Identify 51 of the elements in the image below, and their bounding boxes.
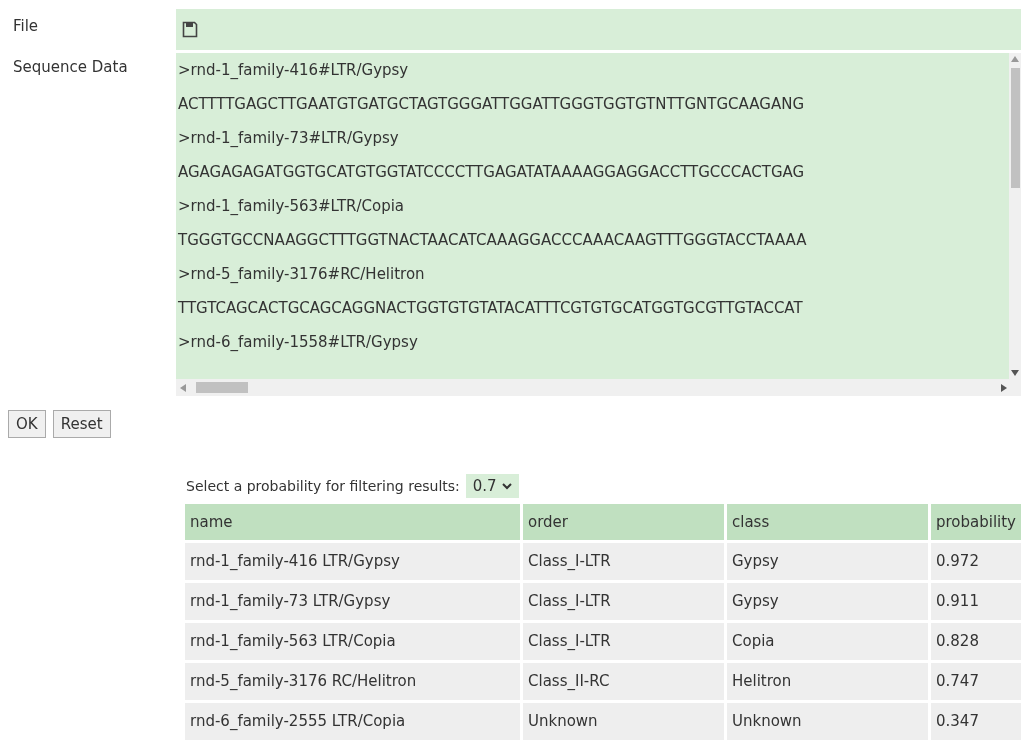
table-cell: 0.828 <box>931 623 1021 660</box>
right-arrow-icon <box>1001 383 1007 392</box>
table-cell: Unknown <box>523 703 724 740</box>
chevron-down-icon <box>501 482 512 490</box>
scroll-thumb[interactable] <box>1010 68 1020 188</box>
up-arrow-icon <box>1011 56 1019 62</box>
table-cell: rnd-1_family-416 LTR/Gypsy <box>185 543 520 580</box>
column-header: name <box>185 504 520 540</box>
filter-label: Select a probability for filtering results: <box>186 476 460 496</box>
table-cell: Unknown <box>727 703 928 740</box>
form-button[interactable]: Reset <box>52 410 111 438</box>
column-header: probability <box>930 504 1021 540</box>
save-icon <box>182 21 198 38</box>
form-button[interactable]: OK <box>8 410 46 438</box>
table-cell: Helitron <box>727 663 928 700</box>
table-cell: rnd-1_family-563 LTR/Copia <box>185 623 520 660</box>
left-arrow-icon <box>180 383 186 392</box>
sequence-line: >rnd-5_family-3176#RC/Helitron <box>178 264 425 285</box>
table-cell: rnd-1_family-73 LTR/Gypsy <box>185 583 520 620</box>
sequence-line: >rnd-1_family-563#LTR/Copia <box>178 196 405 217</box>
sequence-line: AGAGAGAGATGGTGCATGTGGTATCCCCTTGAGATATAAAAGGAGGACCTTGCCCACTGAG <box>178 162 805 183</box>
field-label: File <box>13 17 39 35</box>
table-cell: Gypsy <box>727 583 928 620</box>
sequence-textarea[interactable] <box>176 53 1021 396</box>
horizontal-scrollbar[interactable] <box>176 379 1021 396</box>
probability-dropdown[interactable]: 0.7 <box>465 474 519 498</box>
sequence-line: >rnd-1_family-416#LTR/Gypsy <box>178 60 409 81</box>
table-cell: Class_II-RC <box>523 663 724 700</box>
table-cell: 0.347 <box>931 703 1021 740</box>
table-cell: Class_I-LTR <box>523 583 724 620</box>
table-cell: 0.972 <box>931 543 1021 580</box>
table-cell: Class_I-LTR <box>523 543 724 580</box>
file-field[interactable] <box>176 9 1021 50</box>
down-arrow-icon <box>1011 370 1019 376</box>
sequence-line: ACTTTTGAGCTTGAATGTGATGCTAGTGGGATTGGATTGGGTGGTGTNTTGNTGCAAGANG <box>178 94 804 115</box>
table-cell: Class_I-LTR <box>523 623 724 660</box>
column-header: class <box>726 504 928 540</box>
table-cell: rnd-5_family-3176 RC/Helitron <box>185 663 520 700</box>
column-header: order <box>523 504 724 540</box>
table-cell: 0.747 <box>931 663 1021 700</box>
field-label: Sequence Data <box>13 58 128 76</box>
sequence-line: >rnd-1_family-73#LTR/Gypsy <box>178 128 399 149</box>
table-cell: Gypsy <box>727 543 928 580</box>
vertical-scrollbar[interactable] <box>1009 53 1021 379</box>
scroll-thumb[interactable] <box>196 382 248 393</box>
table-cell: rnd-6_family-2555 LTR/Copia <box>185 703 520 740</box>
table-cell: 0.911 <box>931 583 1021 620</box>
table-cell: Copia <box>727 623 928 660</box>
sequence-line: TTGTCAGCACTGCAGCAGGNACTGGTGTGTATACATTTCGTGTGCATGGTGCGTTGTACCAT <box>178 298 803 319</box>
sequence-line: TGGGTGCCNAAGGCTTTGGTNACTAACATCAAAGGACCCAAACAAGTTTGGGTACCTAAAA <box>178 230 807 251</box>
sequence-line: >rnd-6_family-1558#LTR/Gypsy <box>178 332 418 353</box>
